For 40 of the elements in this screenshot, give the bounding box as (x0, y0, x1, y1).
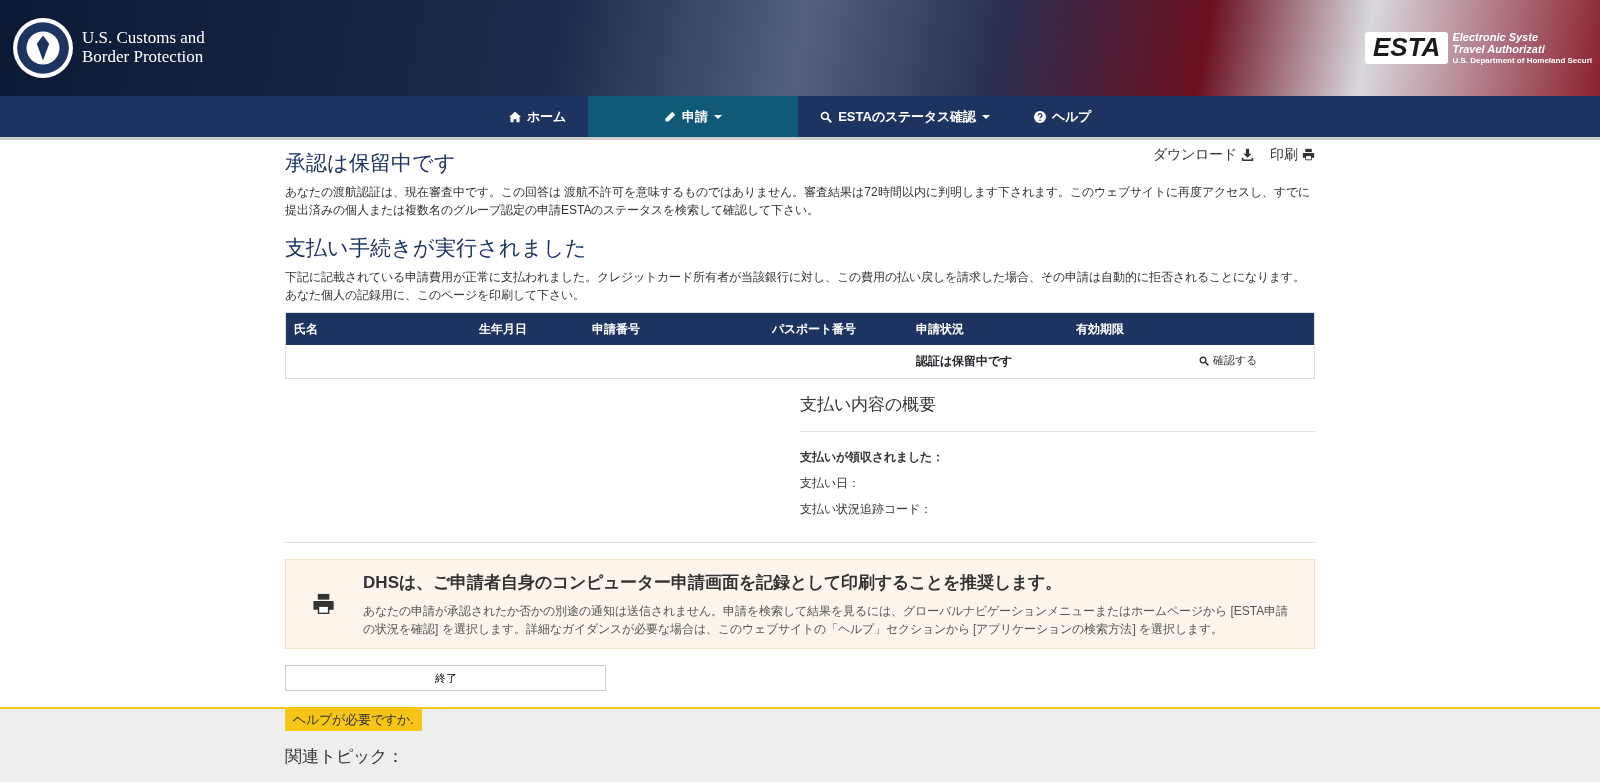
nav-link[interactable]: 申請 (588, 96, 799, 137)
action-link[interactable]: 印刷 (1270, 144, 1315, 165)
help-tag: ヘルプが必要ですか. (285, 709, 422, 731)
notice-text: あなたの申請が承認されたか否かの別途の通知は送信されません。申請を検索して結果を見るには、グローバルナビゲーションメニューまたはホームページから [ESTA申請の状況を確認] を選択します。詳細なガイダンスが必要な場合は、このウェブサイトの「ヘルプ」セクションから [アプリケーションの検索方法] を選択します。 (363, 602, 1290, 638)
action-link[interactable]: ダウンロード (1153, 144, 1254, 165)
close-button[interactable]: 終了 (285, 664, 606, 691)
column-header: 生年月日 (470, 312, 584, 346)
agency-name: U.S. Customs and Border Protection (82, 29, 206, 67)
column-header: 氏名 (285, 312, 471, 346)
pencil-icon (664, 110, 677, 123)
paragraph: 下記に記載されている申請費用が正常に支払われました。クレジットカード所有者が当該銀行に対し、この費用の払い戻しを請求した場合、その申請は自動的に拒否されることになります。あなた個人の記録用に、このページを印刷して下さい。 (285, 269, 1306, 305)
logo-text: Electronic Syste (1452, 30, 1539, 44)
summary-label: 支払い状況追跡コード： (800, 501, 933, 518)
download-icon (1241, 148, 1254, 161)
nav-link[interactable]: ヘルプ (1011, 96, 1113, 137)
summary-heading: 支払い内容の概要 (800, 394, 1315, 432)
help-icon (1033, 110, 1046, 123)
column-header: パスポート番号 (763, 312, 908, 346)
column-header: 申請番号 (583, 312, 764, 346)
notice-title: DHSは、ご申請者自身のコンピューター申請画面を記録として印刷することを推奨します。 (363, 572, 1063, 594)
search-icon (820, 110, 833, 123)
logo-text: Travel Authorizati (1452, 43, 1546, 57)
summary-label: 支払い日： (800, 475, 861, 492)
logo-subtext: U.S. Department of Homeland Securi (1452, 56, 1592, 66)
column-header: 申請状況 (908, 312, 1068, 346)
section-heading: 支払い手続きが実行されました (285, 235, 588, 261)
home-icon (509, 110, 522, 123)
paragraph: あなたの渡航認証は、現在審査中です。この回答は 渡航不許可を意味するものではありません。審査結果は72時間以内に判明します下されます。このウェブサイトに再度アクセスし、すでに提出済みの個人または複数名のグループ認定の申請ESTAのステータスを検索して確認して下さい。 (285, 184, 1311, 220)
esta-logo: ESTA (1365, 32, 1449, 64)
summary-label: 支払いが領収されました： (800, 449, 945, 466)
nav-link[interactable]: ホーム (487, 96, 589, 137)
search-icon (1198, 355, 1209, 366)
column-header: 有効期限 (1067, 312, 1191, 346)
nav-link[interactable]: ESTAのステータス確認 (798, 96, 1012, 137)
view-link[interactable]: 確認する (1198, 352, 1257, 369)
topics-heading: 関連トピック： (285, 746, 405, 767)
seal-icon (12, 17, 74, 79)
printer-icon (1302, 148, 1315, 161)
page-heading: 承認は保留中です (285, 150, 456, 176)
table-cell: 認証は保留中です (908, 345, 1068, 379)
